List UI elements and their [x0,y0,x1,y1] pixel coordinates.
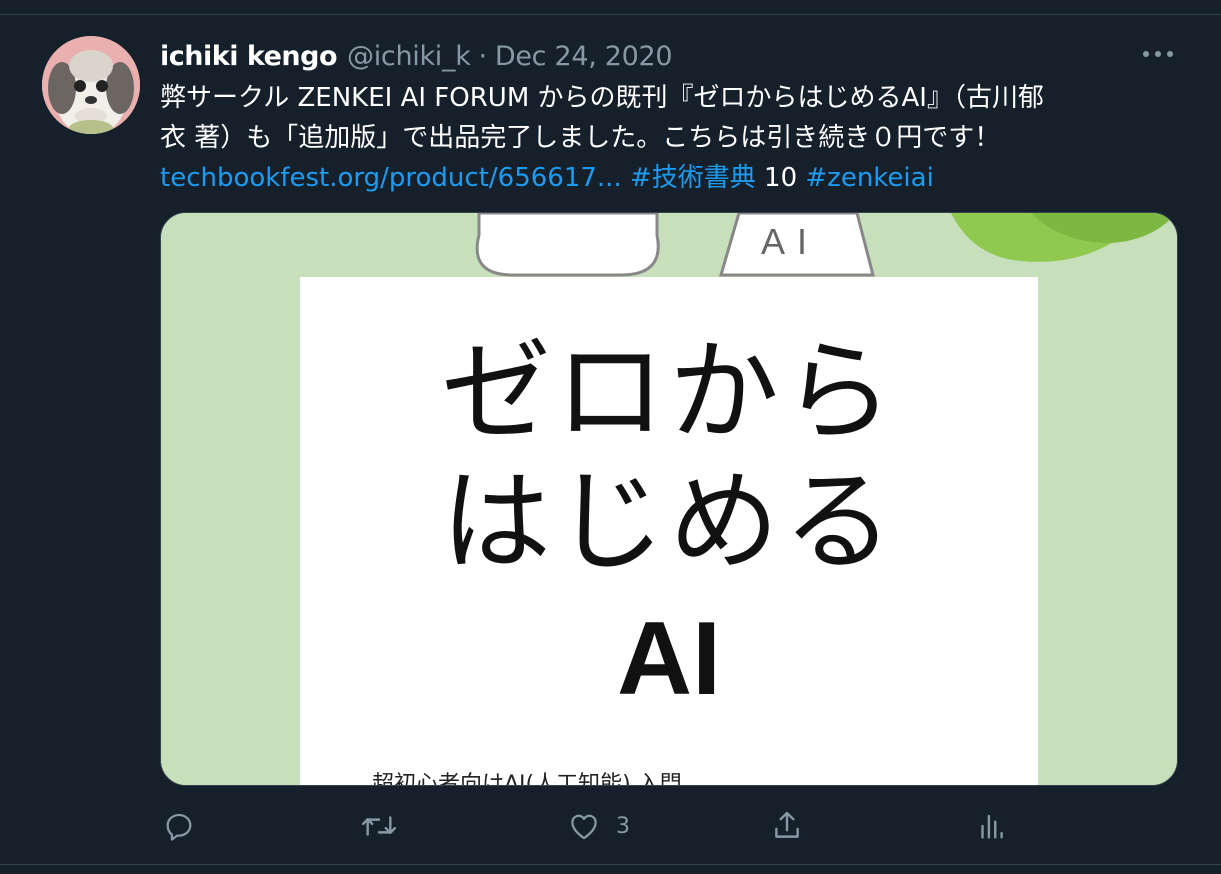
like-button[interactable]: 3 [566,804,630,848]
share-icon [775,811,799,838]
cover-subtitle: 超初心者向けAI(人工知能) 入門 [372,772,682,786]
analytics-icon [981,814,1003,839]
analytics-button[interactable] [974,804,1008,848]
more-options-icon[interactable] [1140,42,1176,66]
more-dot [1143,51,1149,57]
tweet-text-line-1: 弊サークル ZENKEI AI FORUM からの既刊『ゼロからはじめるAI』（… [160,83,1044,113]
tweet-header: ichiki kengo @ichiki_k · Dec 24, 2020 [160,36,673,76]
flask-label: AI [761,221,820,262]
avatar[interactable] [42,36,140,134]
product-link[interactable]: techbookfest.org/product/656617... [160,163,622,193]
author-handle[interactable]: @ichiki_k [347,41,471,72]
hashtag-gishoten[interactable]: #技術書典 [630,163,756,193]
author-name[interactable]: ichiki kengo [160,41,338,72]
heart-icon [571,814,597,840]
cover-title-line-1: ゼロから [441,328,897,456]
reply-icon [166,813,192,841]
reply-button[interactable] [162,804,196,848]
header-separator: · [478,40,488,72]
cover-title-line-2: はじめる [441,458,897,586]
hashtag-zenkeiai[interactable]: #zenkeiai [805,163,933,193]
book-cover: ゼロから はじめる AI 超初心者向けAI(人工知能) 入門 [300,277,1038,786]
top-divider [0,14,1221,15]
tweet-text-line-3: techbookfest.org/product/656617... #技術書典… [160,158,1180,198]
more-dot [1155,51,1161,57]
tweet: ichiki kengo @ichiki_k · Dec 24, 2020 弊サ… [0,0,1221,874]
dog-avatar-image [42,36,140,134]
like-count: 3 [616,813,630,839]
more-dot [1167,51,1173,57]
tweet-date[interactable]: Dec 24, 2020 [495,41,673,72]
tweet-text: 弊サークル ZENKEI AI FORUM からの既刊『ゼロからはじめるAI』（… [160,78,1180,198]
cover-title-ai: AI [617,601,721,717]
share-button[interactable] [770,804,804,848]
retweet-button[interactable] [360,804,398,848]
hashtag-suffix: 10 [755,163,806,193]
bottom-divider [0,864,1221,865]
media-card[interactable]: AI ゼロから はじめる AI 超初心者向けAI(人工知能) 入門 [160,212,1178,786]
retweet-icon [361,816,397,836]
action-bar: 3 [160,804,1176,848]
tweet-text-line-2: 衣 著）も「追加版」で出品完了しました。こちらは引き続き０円です！ [160,123,1001,153]
